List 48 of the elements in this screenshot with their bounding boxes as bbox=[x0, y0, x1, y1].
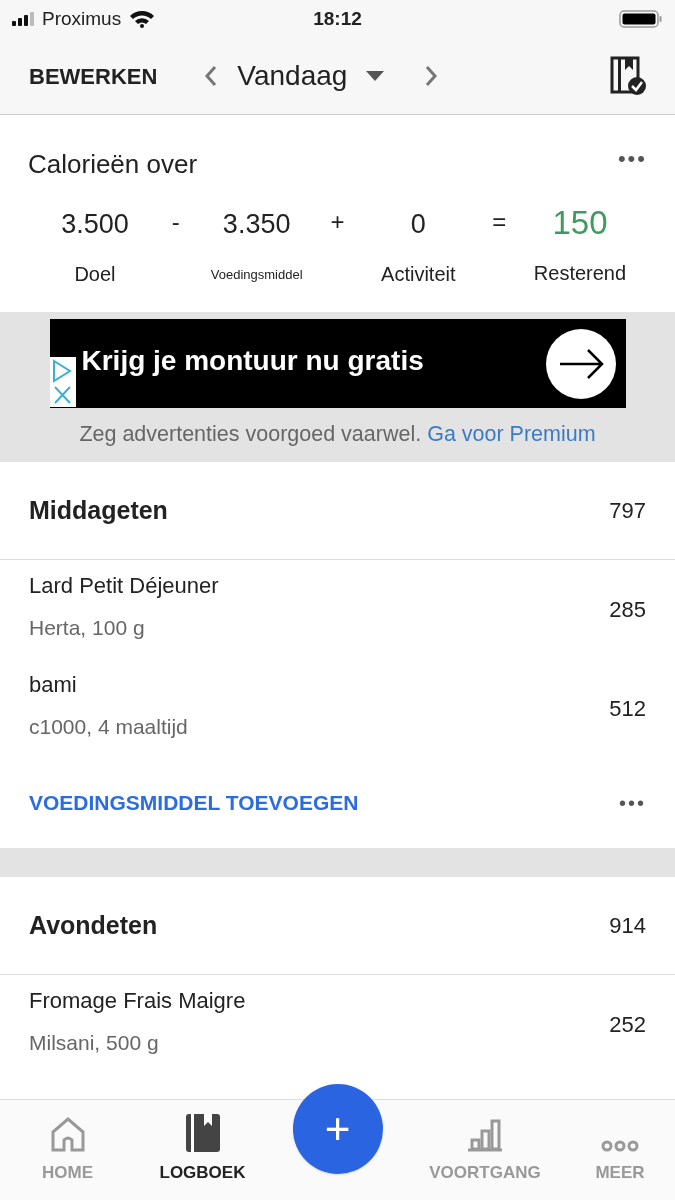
edit-button[interactable]: BEWERKEN bbox=[29, 59, 158, 93]
next-day-icon[interactable] bbox=[423, 64, 440, 88]
wifi-icon bbox=[129, 10, 156, 28]
calorie-label: Activiteit bbox=[381, 261, 456, 287]
calorie-value: 3.350 bbox=[222, 208, 291, 241]
food-calories: 512 bbox=[609, 695, 646, 723]
more-button[interactable]: ••• bbox=[617, 142, 647, 175]
more-icon bbox=[601, 1139, 639, 1152]
meal-title: Middageten bbox=[29, 494, 168, 526]
food-entry[interactable]: Fromage Frais Maigre Milsani, 500 g 252 bbox=[0, 969, 675, 1074]
ad-choices-icon[interactable] bbox=[49, 357, 76, 407]
calorie-value: 3.500 bbox=[61, 208, 129, 241]
ad-headline: Krijg je montuur nu gratis bbox=[81, 343, 424, 378]
calorie-value: 0 bbox=[410, 208, 426, 241]
food-detail: c1000, 4 maaltijd bbox=[29, 714, 188, 741]
operator-sign: - bbox=[170, 207, 181, 237]
meal-total: 797 bbox=[609, 497, 646, 525]
section-title: Calorieën over bbox=[28, 148, 198, 181]
food-name: Lard Petit Déjeuner bbox=[29, 572, 219, 601]
carrier-name: Proximus bbox=[42, 6, 122, 31]
food-name: bami bbox=[29, 671, 78, 700]
more-button[interactable]: ••• bbox=[619, 788, 646, 818]
food-calories: 285 bbox=[609, 596, 646, 624]
calorie-label: Resterend bbox=[533, 260, 627, 286]
calorie-label: Voedingsmiddel bbox=[210, 265, 303, 284]
status-time: 18:12 bbox=[313, 6, 362, 31]
date-dropdown[interactable]: Vandaag bbox=[237, 55, 386, 97]
bar-chart-icon bbox=[467, 1117, 503, 1152]
book-icon bbox=[185, 1113, 220, 1152]
calorie-label: Doel bbox=[74, 261, 116, 287]
meal-total: 914 bbox=[609, 912, 646, 940]
meal-title: Avondeten bbox=[29, 909, 158, 941]
battery-icon bbox=[619, 9, 663, 29]
tab-button[interactable]: LOGBOEK bbox=[135, 1111, 270, 1185]
ad-banner[interactable]: Krijg je montuur nu gratis bbox=[49, 319, 626, 408]
premium-note: Zeg advertenties voorgoed vaarwel. Ga voor Premium bbox=[79, 421, 596, 448]
calorie-value: 150 bbox=[552, 203, 608, 243]
operator-sign: + bbox=[329, 207, 346, 237]
operator-sign: = bbox=[491, 207, 508, 237]
food-calories: 252 bbox=[609, 1011, 646, 1039]
add-button[interactable]: + bbox=[292, 1084, 383, 1174]
home-icon bbox=[49, 1115, 86, 1152]
add-food-button[interactable]: VOEDINGSMIDDEL TOEVOEGEN bbox=[29, 787, 359, 819]
food-detail: Herta, 100 g bbox=[29, 615, 146, 642]
diary-check-icon[interactable] bbox=[610, 56, 646, 96]
food-name: Fromage Frais Maigre bbox=[29, 987, 246, 1016]
food-detail: Milsani, 500 g bbox=[29, 1030, 160, 1057]
caret-icon bbox=[365, 70, 386, 82]
